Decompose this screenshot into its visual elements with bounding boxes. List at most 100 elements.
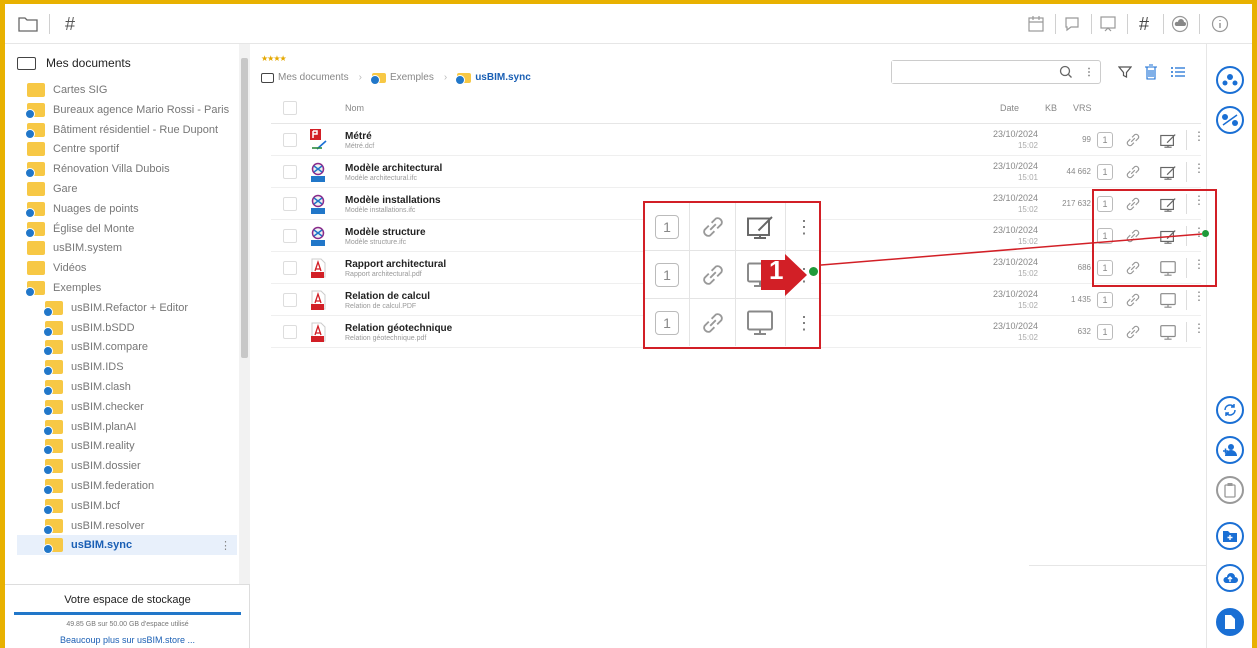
paste-button[interactable] [1216,476,1244,504]
edit-icon[interactable] [1159,131,1177,149]
new-document-button[interactable] [1216,608,1244,636]
link-icon[interactable] [1124,291,1142,309]
sidebar-scrollbar[interactable] [239,44,250,584]
share-users-button[interactable] [1216,66,1244,94]
column-date[interactable]: Date [1000,103,1019,113]
filter-icon[interactable] [1115,62,1135,82]
column-kb[interactable]: KB [1045,103,1057,113]
tree-item[interactable]: usBIM.system [27,238,237,258]
version-button[interactable]: 1 [655,263,679,287]
folder-view-icon[interactable] [17,14,39,34]
info-icon[interactable] [1209,14,1231,34]
search-input[interactable] [892,61,1052,83]
column-vrs[interactable]: VRS [1073,103,1092,113]
sync-button[interactable] [1216,396,1244,424]
preview-icon[interactable] [745,307,775,337]
select-all-checkbox[interactable] [283,101,297,115]
tree-item[interactable]: usBIM.resolver [43,516,237,536]
tree-item[interactable]: Cartes SIG [27,80,237,100]
row-checkbox[interactable] [283,261,297,275]
row-checkbox[interactable] [283,133,297,147]
upload-button[interactable] [1216,564,1244,592]
edit-icon[interactable] [1159,163,1177,181]
more-options-icon[interactable]: ⋮ [795,215,813,239]
breadcrumb-item[interactable]: Exemples [390,72,434,83]
tree-item[interactable]: usBIM.bcf [43,496,237,516]
disconnect-button[interactable] [1216,106,1244,134]
preview-icon[interactable] [1159,323,1177,341]
tree-item[interactable]: Rénovation Villa Dubois [25,159,237,179]
add-user-button[interactable] [1216,436,1244,464]
tree-item[interactable]: usBIM.reality [43,436,237,456]
tree-item[interactable]: Bureaux agence Mario Rossi - Paris [25,100,237,120]
table-row[interactable]: Métré Métré.dcf 23/10/2024 15:02 99 1 ⋮ [271,124,1205,156]
breadcrumb-current[interactable]: usBIM.sync [475,72,531,83]
scrollbar-thumb[interactable] [241,58,248,358]
table-row[interactable]: Modèle architectural Modèle architectura… [271,156,1205,188]
row-checkbox[interactable] [283,229,297,243]
search-options-icon[interactable]: ⋮ [1082,64,1096,80]
store-link[interactable]: Beaucoup plus sur usBIM.store ... [5,635,250,645]
hashtag-tag-icon[interactable]: # [1133,14,1155,34]
version-button[interactable]: 1 [1097,292,1113,308]
tree-item[interactable]: usBIM.compare [43,337,237,357]
calendar-icon[interactable] [1025,14,1047,34]
more-options-icon[interactable]: ⋮ [1193,322,1205,334]
tree-item[interactable]: Gare [27,179,237,199]
tree-item-selected[interactable]: usBIM.sync ⋮ [17,535,237,556]
row-checkbox[interactable] [283,165,297,179]
new-folder-button[interactable] [1216,522,1244,550]
file-name[interactable]: Relation de calcul [345,291,430,302]
tree-item[interactable]: usBIM.Refactor + Editor [43,298,237,318]
tree-item[interactable]: Nuages de points [25,199,237,219]
cloud-icon[interactable] [1169,14,1191,34]
tree-item[interactable]: usBIM.checker [43,397,237,417]
column-name[interactable]: Nom [345,103,364,113]
link-icon[interactable] [1124,323,1142,341]
breadcrumb-item[interactable]: Mes documents [278,72,349,83]
presentation-icon[interactable] [1097,14,1119,34]
tree-item[interactable]: Centre sportif [27,139,237,159]
link-icon[interactable] [699,309,727,337]
tree-item[interactable]: usBIM.bSDD [43,318,237,338]
tree-item[interactable]: Exemples [25,278,237,298]
link-icon[interactable] [1124,131,1142,149]
tree-item[interactable]: usBIM.federation [43,476,237,496]
tree-item[interactable]: Église del Monte [25,219,237,239]
row-checkbox[interactable] [283,293,297,307]
tree-root[interactable]: Mes documents [17,56,131,70]
more-options-icon[interactable]: ⋮ [795,311,813,335]
tree-item[interactable]: usBIM.planAI [43,417,237,437]
link-icon[interactable] [699,261,727,289]
more-options-icon[interactable]: ⋮ [1193,130,1205,142]
link-icon[interactable] [699,213,727,241]
file-name[interactable]: Modèle structure [345,227,426,238]
link-icon[interactable] [1124,163,1142,181]
tree-item[interactable]: usBIM.IDS [43,357,237,377]
row-checkbox[interactable] [283,197,297,211]
more-options-icon[interactable]: ⋮ [220,539,231,552]
file-name[interactable]: Métré [345,131,372,142]
list-view-icon[interactable] [1168,62,1188,82]
file-name[interactable]: Modèle installations [345,195,441,206]
row-checkbox[interactable] [283,325,297,339]
tree-item[interactable]: Vidéos [27,258,237,278]
more-options-icon[interactable]: ⋮ [1193,162,1205,174]
version-button[interactable]: 1 [1097,164,1113,180]
file-name[interactable]: Relation géotechnique [345,323,452,334]
hashtag-icon[interactable]: # [59,14,81,34]
chat-icon[interactable] [1061,14,1083,34]
file-name[interactable]: Modèle architectural [345,163,442,174]
tree-item[interactable]: Bâtiment résidentiel - Rue Dupont [25,120,237,140]
version-button[interactable]: 1 [655,311,679,335]
more-options-icon[interactable]: ⋮ [1193,290,1205,302]
trash-icon[interactable] [1141,62,1161,82]
search-icon[interactable] [1058,64,1074,80]
version-button[interactable]: 1 [1097,132,1113,148]
edit-icon[interactable] [745,211,775,241]
tree-item[interactable]: usBIM.clash [43,377,237,397]
version-button[interactable]: 1 [655,215,679,239]
version-button[interactable]: 1 [1097,324,1113,340]
tree-item[interactable]: usBIM.dossier [43,456,237,476]
preview-icon[interactable] [1159,291,1177,309]
